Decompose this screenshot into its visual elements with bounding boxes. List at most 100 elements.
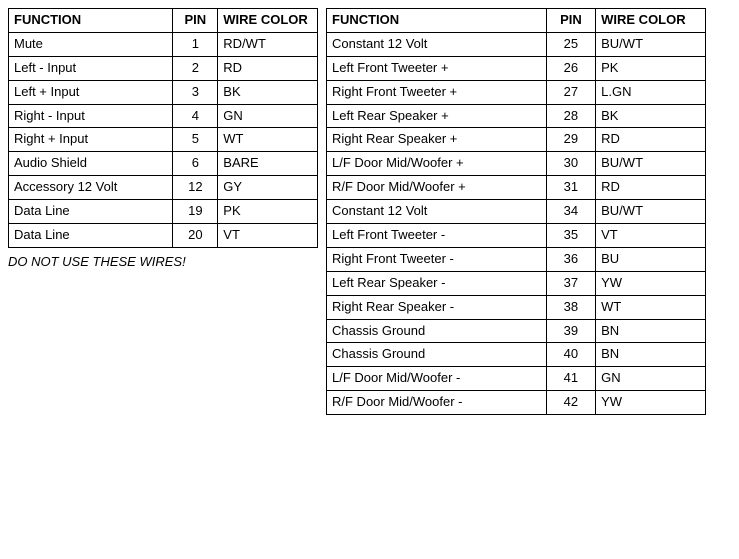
right-cell-wire-color: BU/WT (596, 152, 706, 176)
right-table-row: Right Front Tweeter -36BU (327, 247, 706, 271)
right-cell-function: L/F Door Mid/Woofer - (327, 367, 547, 391)
right-cell-pin: 30 (546, 152, 595, 176)
right-cell-pin: 25 (546, 32, 595, 56)
right-cell-function: Right Front Tweeter + (327, 80, 547, 104)
right-table-row: Constant 12 Volt34BU/WT (327, 200, 706, 224)
right-header-wire-color: WIRE COLOR (596, 9, 706, 33)
right-cell-function: Chassis Ground (327, 343, 547, 367)
right-cell-wire-color: BN (596, 319, 706, 343)
left-table-row: Left + Input3BK (9, 80, 318, 104)
left-cell-function: Left - Input (9, 56, 173, 80)
right-cell-wire-color: GN (596, 367, 706, 391)
left-cell-pin: 1 (173, 32, 218, 56)
left-table-row: Data Line19PK (9, 200, 318, 224)
right-cell-function: Chassis Ground (327, 319, 547, 343)
right-cell-function: Left Rear Speaker - (327, 271, 547, 295)
right-cell-function: Constant 12 Volt (327, 32, 547, 56)
right-cell-function: Left Rear Speaker + (327, 104, 547, 128)
right-cell-pin: 38 (546, 295, 595, 319)
left-cell-wire-color: GY (218, 176, 318, 200)
left-table-row: Audio Shield6BARE (9, 152, 318, 176)
right-cell-wire-color: BU/WT (596, 200, 706, 224)
left-cell-pin: 4 (173, 104, 218, 128)
right-table-row: Left Front Tweeter +26PK (327, 56, 706, 80)
right-section: FUNCTION PIN WIRE COLOR Constant 12 Volt… (326, 8, 706, 415)
left-cell-function: Audio Shield (9, 152, 173, 176)
left-cell-pin: 2 (173, 56, 218, 80)
right-table-row: Left Rear Speaker +28BK (327, 104, 706, 128)
right-cell-wire-color: BK (596, 104, 706, 128)
right-cell-wire-color: YW (596, 391, 706, 415)
left-table-row: Data Line20VT (9, 224, 318, 248)
right-table-row: Right Rear Speaker +29RD (327, 128, 706, 152)
right-cell-wire-color: WT (596, 295, 706, 319)
left-cell-function: Mute (9, 32, 173, 56)
right-table-row: Right Front Tweeter +27L.GN (327, 80, 706, 104)
right-cell-wire-color: RD (596, 128, 706, 152)
left-table-row: Accessory 12 Volt12GY (9, 176, 318, 200)
right-cell-wire-color: BU (596, 247, 706, 271)
right-header-function: FUNCTION (327, 9, 547, 33)
right-cell-pin: 37 (546, 271, 595, 295)
right-cell-wire-color: BN (596, 343, 706, 367)
right-cell-pin: 26 (546, 56, 595, 80)
right-cell-function: L/F Door Mid/Woofer + (327, 152, 547, 176)
right-cell-wire-color: BU/WT (596, 32, 706, 56)
left-table-row: Right + Input5WT (9, 128, 318, 152)
left-cell-wire-color: PK (218, 200, 318, 224)
right-table-row: Chassis Ground39BN (327, 319, 706, 343)
left-header-pin: PIN (173, 9, 218, 33)
right-cell-pin: 35 (546, 224, 595, 248)
left-header-function: FUNCTION (9, 9, 173, 33)
left-table-row: Left - Input2RD (9, 56, 318, 80)
tables-wrapper: FUNCTION PIN WIRE COLOR Mute1RD/WTLeft -… (8, 8, 731, 415)
right-cell-pin: 29 (546, 128, 595, 152)
left-cell-function: Data Line (9, 200, 173, 224)
right-cell-wire-color: L.GN (596, 80, 706, 104)
right-cell-function: R/F Door Mid/Woofer - (327, 391, 547, 415)
right-cell-wire-color: PK (596, 56, 706, 80)
left-cell-pin: 5 (173, 128, 218, 152)
right-cell-function: Right Rear Speaker + (327, 128, 547, 152)
right-cell-function: Left Front Tweeter - (327, 224, 547, 248)
right-table-row: L/F Door Mid/Woofer -41GN (327, 367, 706, 391)
left-table-row: Mute1RD/WT (9, 32, 318, 56)
right-cell-function: Right Rear Speaker - (327, 295, 547, 319)
left-cell-pin: 19 (173, 200, 218, 224)
right-cell-pin: 41 (546, 367, 595, 391)
left-cell-wire-color: BK (218, 80, 318, 104)
right-cell-function: R/F Door Mid/Woofer + (327, 176, 547, 200)
left-cell-pin: 12 (173, 176, 218, 200)
left-cell-wire-color: BARE (218, 152, 318, 176)
right-table-row: Constant 12 Volt25BU/WT (327, 32, 706, 56)
right-cell-pin: 28 (546, 104, 595, 128)
left-cell-function: Left + Input (9, 80, 173, 104)
left-cell-pin: 20 (173, 224, 218, 248)
right-cell-wire-color: YW (596, 271, 706, 295)
right-table-row: Left Rear Speaker -37YW (327, 271, 706, 295)
right-table-row: R/F Door Mid/Woofer +31RD (327, 176, 706, 200)
right-table-row: R/F Door Mid/Woofer -42YW (327, 391, 706, 415)
right-cell-pin: 36 (546, 247, 595, 271)
left-cell-function: Right + Input (9, 128, 173, 152)
left-header-wire-color: WIRE COLOR (218, 9, 318, 33)
left-cell-function: Data Line (9, 224, 173, 248)
left-cell-function: Right - Input (9, 104, 173, 128)
right-cell-pin: 27 (546, 80, 595, 104)
left-table-row: Right - Input4GN (9, 104, 318, 128)
left-table: FUNCTION PIN WIRE COLOR Mute1RD/WTLeft -… (8, 8, 318, 248)
right-cell-wire-color: RD (596, 176, 706, 200)
left-cell-wire-color: VT (218, 224, 318, 248)
right-table-row: Chassis Ground40BN (327, 343, 706, 367)
right-table-row: L/F Door Mid/Woofer +30BU/WT (327, 152, 706, 176)
right-cell-pin: 34 (546, 200, 595, 224)
right-cell-pin: 31 (546, 176, 595, 200)
left-cell-wire-color: GN (218, 104, 318, 128)
right-cell-pin: 42 (546, 391, 595, 415)
left-cell-function: Accessory 12 Volt (9, 176, 173, 200)
left-cell-wire-color: WT (218, 128, 318, 152)
left-section: FUNCTION PIN WIRE COLOR Mute1RD/WTLeft -… (8, 8, 318, 269)
left-cell-pin: 3 (173, 80, 218, 104)
right-cell-function: Left Front Tweeter + (327, 56, 547, 80)
right-cell-function: Right Front Tweeter - (327, 247, 547, 271)
